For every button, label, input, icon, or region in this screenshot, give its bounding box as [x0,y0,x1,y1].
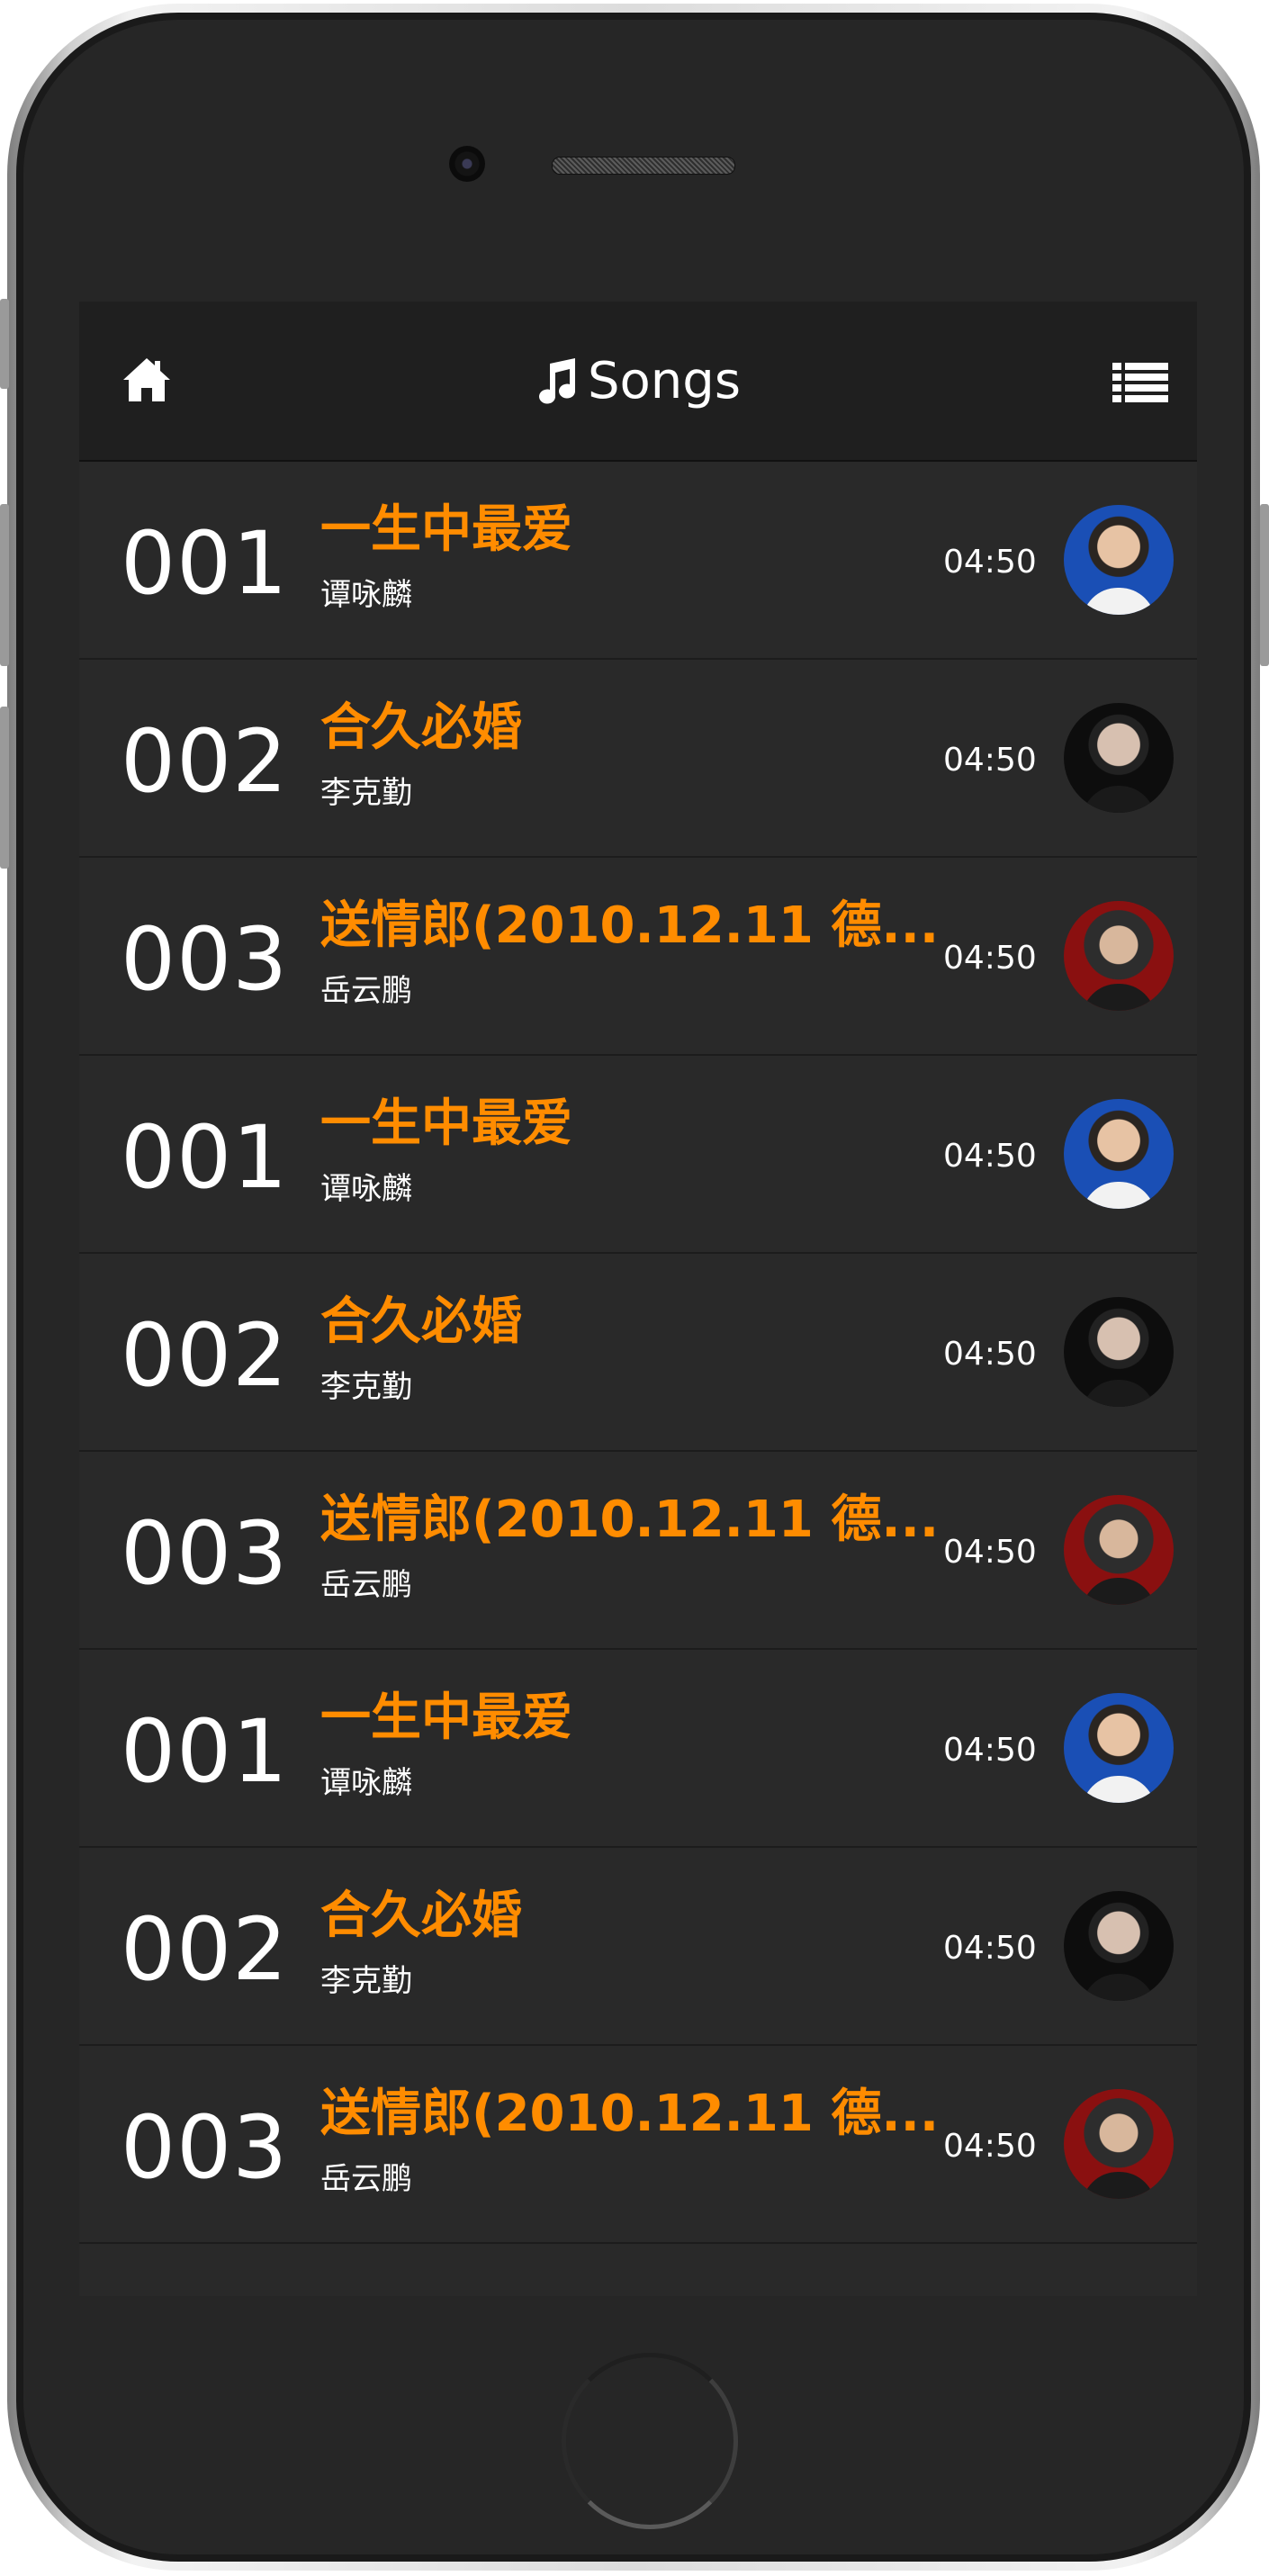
page-title: Songs [79,302,1197,460]
song-row[interactable]: 003 送情郎(2010.12.11 德... 岳云鹏 04:50 [79,1452,1197,1650]
track-number: 002 [121,1305,289,1406]
track-number: 001 [121,513,289,614]
song-artist: 谭咏麟 [320,577,412,613]
song-artist: 岳云鹏 [320,2161,412,2197]
mute-switch [0,299,9,389]
song-title: 合久必婚 [320,1293,522,1351]
volume-up-button [0,504,9,666]
phone-body: Songs 001 一生中最爱 谭咏麟 04:50 002 合久必婚 李克勤 0… [16,13,1251,2562]
top-navigation-bar: Songs [79,302,1197,462]
artist-avatar [1064,1099,1174,1209]
song-row[interactable]: 003 送情郎(2010.12.11 德... 岳云鹏 04:50 [79,2046,1197,2244]
song-row[interactable]: 003 送情郎(2010.12.11 德... 岳云鹏 04:50 [79,858,1197,1056]
track-number: 001 [121,1107,289,1208]
track-number: 003 [121,1503,289,1604]
artist-avatar [1064,1891,1174,2001]
artist-avatar [1064,1495,1174,1605]
song-title: 合久必婚 [320,1887,522,1945]
home-button[interactable] [562,2353,738,2529]
artist-avatar [1064,2089,1174,2199]
track-number: 002 [121,711,289,812]
song-row[interactable]: 002 合久必婚 李克勤 04:50 [79,1254,1197,1452]
artist-avatar [1064,1693,1174,1803]
song-duration: 04:50 [943,940,1037,977]
song-duration: 04:50 [943,1138,1037,1175]
music-note-icon [539,358,576,404]
list-icon[interactable] [1112,363,1168,404]
song-duration: 04:50 [943,1534,1037,1571]
track-number: 002 [121,1899,289,2000]
earpiece-speaker [552,157,735,175]
song-duration: 04:50 [943,1930,1037,1967]
song-title: 送情郎(2010.12.11 德... [320,2085,940,2143]
song-row[interactable]: 001 一生中最爱 谭咏麟 04:50 [79,1650,1197,1848]
song-title: 一生中最爱 [320,500,572,559]
song-title: 一生中最爱 [320,1689,572,1747]
app-screen: Songs 001 一生中最爱 谭咏麟 04:50 002 合久必婚 李克勤 0… [79,302,1197,2296]
song-title: 一生中最爱 [320,1094,572,1153]
track-number: 003 [121,2097,289,2198]
song-row[interactable]: 002 合久必婚 李克勤 04:50 [79,1848,1197,2046]
volume-down-button [0,707,9,869]
song-artist: 李克勤 [320,1963,412,1999]
artist-avatar [1064,505,1174,615]
song-duration: 04:50 [943,2128,1037,2165]
page-title-label: Songs [587,351,742,410]
song-row[interactable]: 001 一生中最爱 谭咏麟 04:50 [79,1056,1197,1254]
song-artist: 谭咏麟 [320,1171,412,1207]
song-list: 001 一生中最爱 谭咏麟 04:50 002 合久必婚 李克勤 04:50 0… [79,462,1197,2244]
power-button [1260,504,1269,666]
song-artist: 谭咏麟 [320,1765,412,1801]
song-row[interactable]: 002 合久必婚 李克勤 04:50 [79,660,1197,858]
song-artist: 李克勤 [320,1369,412,1405]
song-title: 合久必婚 [320,698,522,757]
song-artist: 李克勤 [320,775,412,811]
song-row[interactable]: 001 一生中最爱 谭咏麟 04:50 [79,462,1197,660]
phone-frame: Songs 001 一生中最爱 谭咏麟 04:50 002 合久必婚 李克勤 0… [7,4,1260,2571]
song-artist: 岳云鹏 [320,973,412,1009]
song-duration: 04:50 [943,742,1037,779]
track-number: 003 [121,909,289,1010]
song-duration: 04:50 [943,1336,1037,1373]
track-number: 001 [121,1701,289,1802]
artist-avatar [1064,901,1174,1011]
song-duration: 04:50 [943,544,1037,581]
song-duration: 04:50 [943,1732,1037,1769]
artist-avatar [1064,1297,1174,1407]
artist-avatar [1064,703,1174,813]
song-title: 送情郎(2010.12.11 德... [320,896,940,955]
song-title: 送情郎(2010.12.11 德... [320,1491,940,1549]
front-camera [449,146,485,182]
song-artist: 岳云鹏 [320,1567,412,1603]
